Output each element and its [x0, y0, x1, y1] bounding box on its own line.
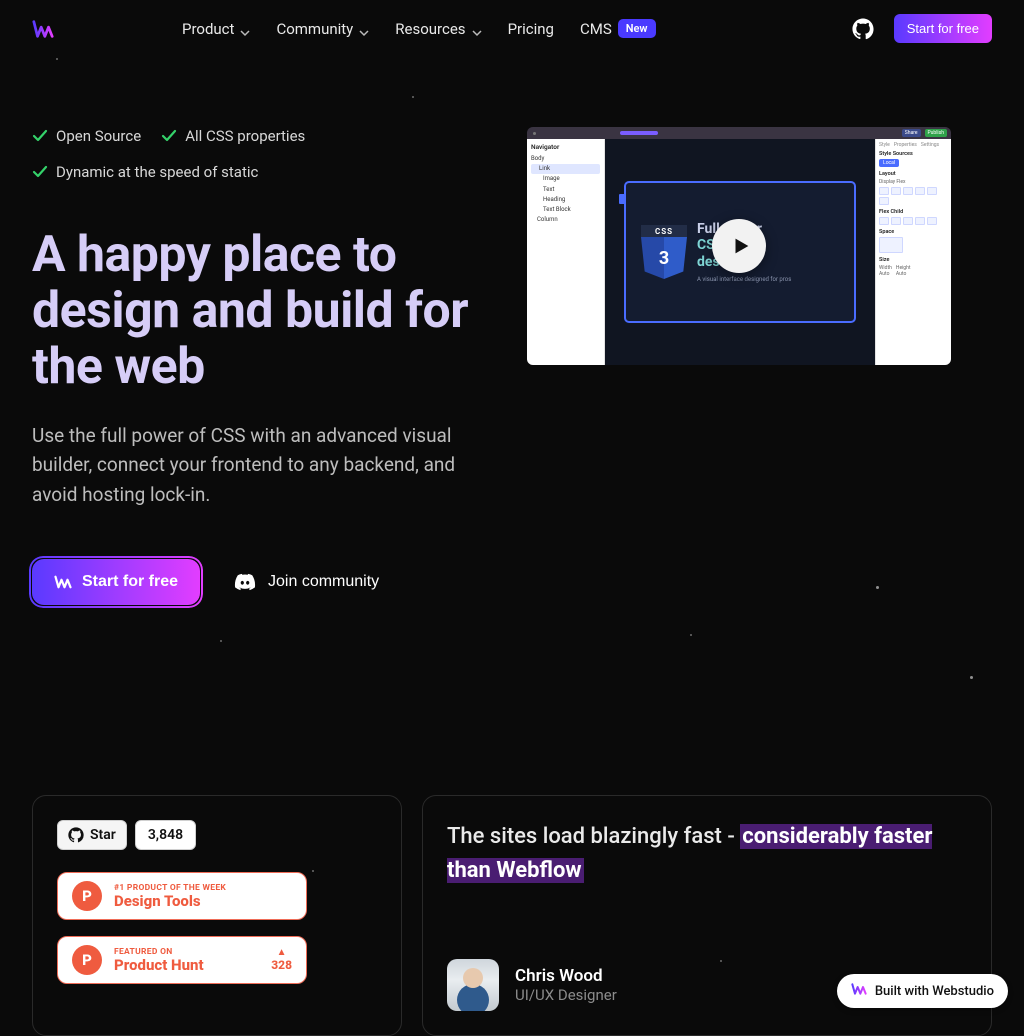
ph-bottom-label: Design Tools [114, 893, 226, 910]
producthunt-badge-featured[interactable]: P FEATURED ON Product Hunt ▲ 328 [57, 936, 307, 984]
github-star-button[interactable]: Star [57, 820, 127, 850]
new-badge: New [618, 19, 656, 38]
github-icon[interactable] [852, 18, 874, 40]
nav-pricing-label: Pricing [508, 20, 554, 38]
video-preview-navigator: Navigator Body Link Image Text Heading T… [527, 139, 605, 365]
github-star-widget: Star 3,848 [57, 820, 377, 850]
hero-subtitle: Use the full power of CSS with an advanc… [32, 421, 497, 509]
video-preview-inspector: Style Properties Settings Style SourcesL… [875, 139, 951, 365]
check-dynamic: Dynamic at the speed of static [32, 163, 497, 181]
producthunt-icon: P [72, 945, 102, 975]
hero-ctas: Start for free Join community [32, 559, 497, 605]
nav-product[interactable]: Product [182, 20, 250, 38]
star-label: Star [90, 827, 116, 843]
nav-resources-label: Resources [395, 20, 465, 38]
navigator-title: Navigator [531, 143, 600, 151]
check-icon [161, 128, 177, 144]
nav-community-label: Community [276, 20, 353, 38]
producthunt-badge-week[interactable]: P #1 PRODUCT OF THE WEEK Design Tools [57, 872, 307, 920]
avatar [447, 959, 499, 1011]
hero-right: Share Publish Navigator Body Link Image … [527, 127, 992, 605]
webstudio-icon [851, 981, 867, 1001]
check-icon [32, 164, 48, 180]
breakpoint-indicator-icon [620, 131, 658, 135]
nav-product-label: Product [182, 20, 234, 38]
triangle-up-icon: ▲ [271, 948, 292, 958]
ph-bottom-label: Product Hunt [114, 957, 204, 974]
webstudio-icon [54, 573, 72, 591]
join-community-button[interactable]: Join community [234, 573, 379, 591]
logo-icon[interactable] [32, 18, 54, 40]
ph-upvotes: ▲ 328 [271, 948, 292, 972]
video-preview[interactable]: Share Publish Navigator Body Link Image … [527, 127, 951, 365]
hero-left: Open Source All CSS properties Dynamic a… [32, 127, 497, 605]
person-name: Chris Wood [515, 966, 617, 986]
share-tag: Share [902, 129, 921, 137]
nav-cms-label: CMS [580, 20, 612, 38]
site-header: Product Community Resources Pricing CMS … [0, 0, 1024, 57]
cta-label: Join community [268, 573, 379, 591]
css-shield-icon: CSS 3 [641, 225, 687, 279]
header-right: Start for free [852, 14, 992, 43]
producthunt-icon: P [72, 881, 102, 911]
start-for-free-button-hero[interactable]: Start for free [32, 559, 200, 605]
social-badges-card: Star 3,848 P #1 PRODUCT OF THE WEEK Desi… [32, 795, 402, 1035]
chevron-down-icon [359, 24, 369, 34]
cta-label: Start for free [82, 573, 178, 591]
check-label: Open Source [56, 127, 141, 145]
check-open-source: Open Source [32, 127, 141, 145]
hero-title: A happy place to design and build for th… [32, 227, 497, 395]
nav-resources[interactable]: Resources [395, 20, 481, 38]
testimonial-quote: The sites load blazingly fast - consider… [447, 820, 967, 888]
nav-community[interactable]: Community [276, 20, 369, 38]
start-for-free-button-header[interactable]: Start for free [894, 14, 992, 43]
chevron-down-icon [240, 24, 250, 34]
discord-icon [234, 573, 256, 591]
person-role: UI/UX Designer [515, 986, 617, 1004]
pill-label: Built with Webstudio [875, 984, 994, 999]
github-star-count: 3,848 [135, 820, 196, 850]
play-button[interactable] [712, 219, 766, 273]
check-all-css: All CSS properties [161, 127, 305, 145]
nav-cms[interactable]: CMS New [580, 19, 656, 38]
video-preview-topbar: Share Publish [527, 127, 951, 139]
main-nav: Product Community Resources Pricing CMS … [182, 19, 656, 38]
check-label: Dynamic at the speed of static [56, 163, 258, 181]
feature-checks: Open Source All CSS properties Dynamic a… [32, 127, 497, 181]
check-label: All CSS properties [185, 127, 305, 145]
check-icon [32, 128, 48, 144]
built-with-webstudio-pill[interactable]: Built with Webstudio [837, 974, 1008, 1008]
chevron-down-icon [472, 24, 482, 34]
nav-pricing[interactable]: Pricing [508, 20, 554, 38]
publish-tag: Publish [925, 129, 947, 137]
hero: Open Source All CSS properties Dynamic a… [0, 57, 1024, 645]
